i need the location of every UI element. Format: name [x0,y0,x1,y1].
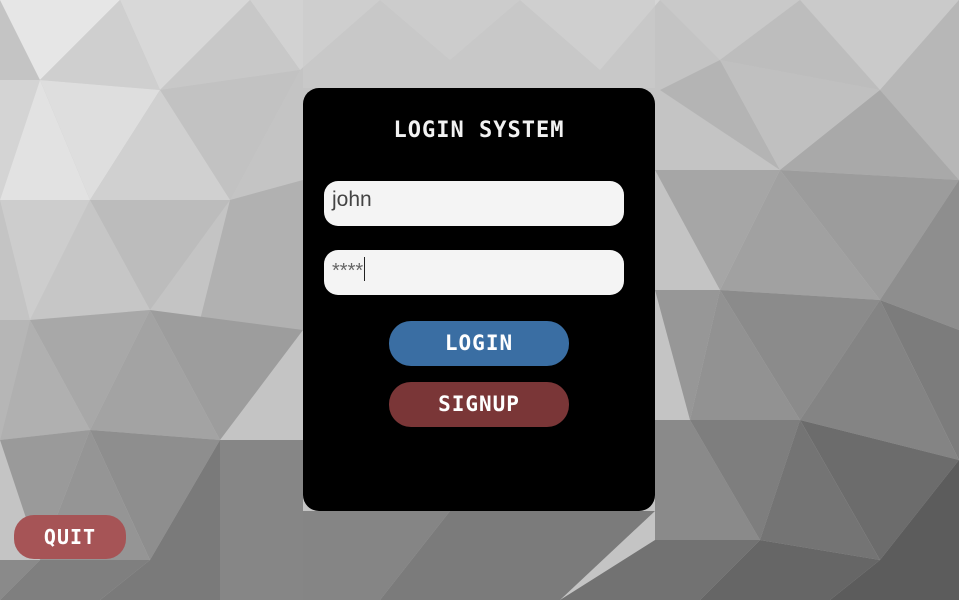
text-caret [364,257,366,281]
password-value: **** [332,260,364,282]
login-button[interactable]: LOGIN [389,321,569,366]
password-input[interactable]: **** [324,250,624,295]
signup-button[interactable]: SIGNUP [389,382,569,427]
login-title: LOGIN SYSTEM [393,118,565,143]
username-input[interactable]: john [324,181,624,226]
login-panel: LOGIN SYSTEM john **** LOGIN SIGNUP [303,88,655,511]
quit-button[interactable]: QUIT [14,515,126,559]
username-value: john [332,188,372,211]
